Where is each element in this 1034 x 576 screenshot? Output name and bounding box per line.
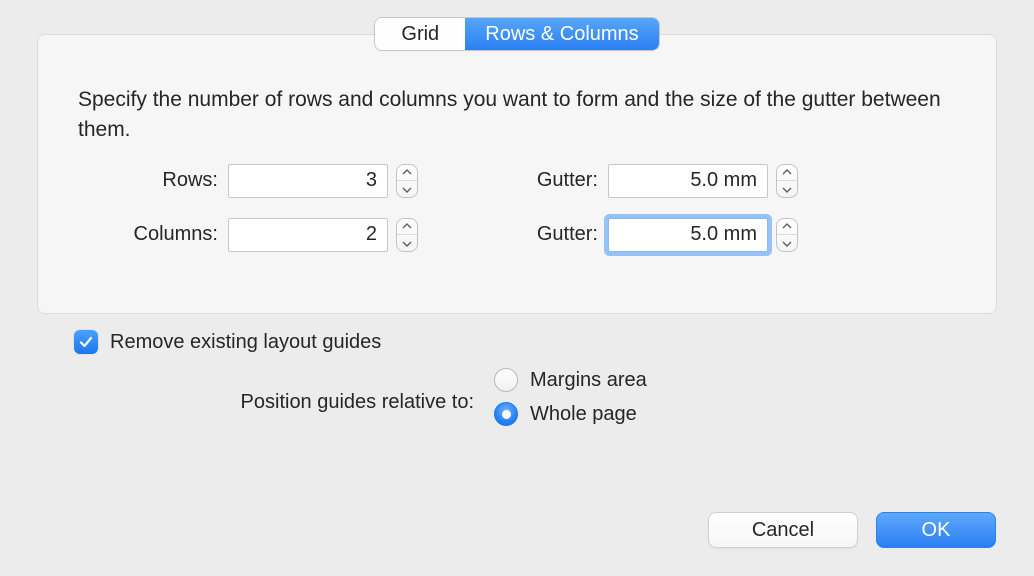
radio-margins-area[interactable] <box>494 368 518 392</box>
position-relative-label: Position guides relative to: <box>74 391 494 414</box>
chevron-up-icon[interactable] <box>397 219 417 236</box>
radio-whole-page[interactable] <box>494 402 518 426</box>
column-gutter-input[interactable]: 5.0 mm <box>608 218 768 252</box>
chevron-up-icon[interactable] <box>777 165 797 182</box>
rows-stepper[interactable] <box>396 164 418 198</box>
radio-whole-label: Whole page <box>530 403 637 426</box>
tab-rows-columns[interactable]: Rows & Columns <box>465 18 658 50</box>
tab-bar: Grid Rows & Columns <box>0 18 1034 50</box>
fields-grid: Rows: 3 Gutter: 5.0 mm Columns: 2 Gutter… <box>78 164 956 252</box>
remove-guides-label: Remove existing layout guides <box>110 331 381 354</box>
chevron-up-icon[interactable] <box>777 219 797 236</box>
chevron-up-icon[interactable] <box>397 165 417 182</box>
chevron-down-icon[interactable] <box>397 235 417 251</box>
column-gutter-stepper[interactable] <box>776 218 798 252</box>
cancel-button[interactable]: Cancel <box>708 512 858 548</box>
rows-label: Rows: <box>78 169 228 192</box>
columns-value: 2 <box>366 223 377 246</box>
rows-input[interactable]: 3 <box>228 164 388 198</box>
row-gutter-input[interactable]: 5.0 mm <box>608 164 768 198</box>
columns-label: Columns: <box>78 223 228 246</box>
radio-margins-label: Margins area <box>530 369 647 392</box>
tab-grid[interactable]: Grid <box>375 18 465 50</box>
column-gutter-value: 5.0 mm <box>690 223 757 246</box>
rows-columns-panel: Specify the number of rows and columns y… <box>37 34 997 314</box>
ok-button[interactable]: OK <box>876 512 996 548</box>
chevron-down-icon[interactable] <box>397 181 417 197</box>
panel-description: Specify the number of rows and columns y… <box>78 85 956 146</box>
columns-input[interactable]: 2 <box>228 218 388 252</box>
row-gutter-value: 5.0 mm <box>690 169 757 192</box>
row-gutter-stepper[interactable] <box>776 164 798 198</box>
options-area: Remove existing layout guides Position g… <box>74 330 974 436</box>
chevron-down-icon[interactable] <box>777 181 797 197</box>
columns-stepper[interactable] <box>396 218 418 252</box>
rows-value: 3 <box>366 169 377 192</box>
row-gutter-label: Gutter: <box>508 169 608 192</box>
column-gutter-label: Gutter: <box>508 223 608 246</box>
remove-guides-checkbox[interactable] <box>74 330 98 354</box>
chevron-down-icon[interactable] <box>777 235 797 251</box>
dialog-buttons: Cancel OK <box>708 512 996 548</box>
layout-guides-dialog: Grid Rows & Columns Specify the number o… <box>0 0 1034 576</box>
